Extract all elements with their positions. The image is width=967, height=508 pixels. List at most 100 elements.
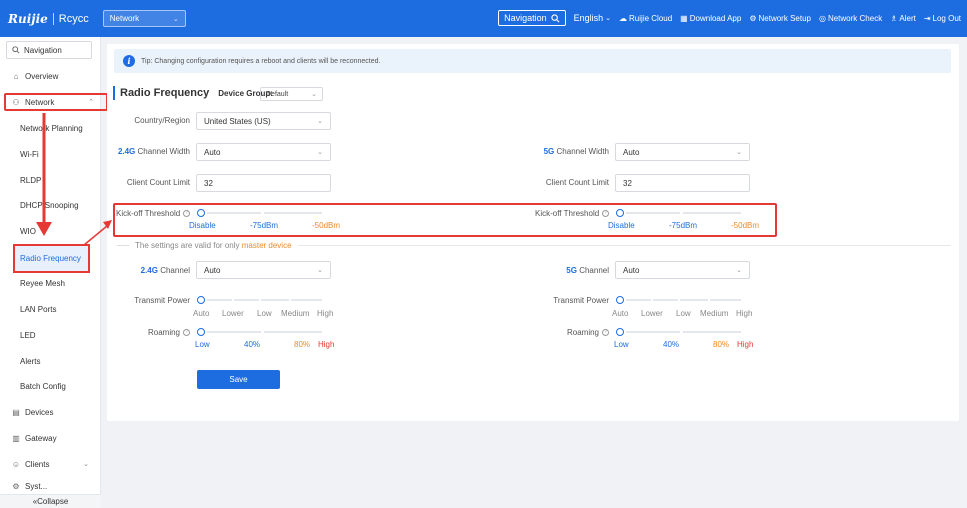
devices-icon: ▤ — [12, 407, 20, 417]
chevron-down-icon: ⌄ — [317, 149, 323, 156]
sidebar-item-rldp[interactable]: RLDP — [0, 171, 101, 189]
kickoff-24-marks: Disable -75dBm -50dBm — [189, 221, 349, 231]
channel-width-5-select[interactable]: Auto ⌄ — [615, 143, 750, 161]
download-app-link[interactable]: ▦ Download App — [680, 14, 741, 23]
help-icon: ? — [602, 329, 609, 337]
navigation-search-button[interactable]: Navigation — [498, 10, 566, 26]
home-icon: ⌂ — [13, 71, 19, 81]
network-check-link[interactable]: ◎ Network Check — [819, 14, 882, 23]
language-label: English — [573, 13, 604, 23]
sidebar-item-radio-frequency[interactable]: Radio Frequency — [13, 244, 90, 273]
logout-link[interactable]: ⇥ Log Out — [924, 14, 961, 23]
ruijie-cloud-link[interactable]: ☁ Ruijie Cloud — [619, 14, 672, 23]
kickoff-5-slider[interactable] — [616, 209, 746, 217]
language-select[interactable]: English ⌄ — [574, 13, 611, 23]
chevron-down-icon: ⌄ — [317, 118, 323, 125]
kickoff-24-slider[interactable] — [197, 209, 327, 217]
sidebar-item-label: Overview — [25, 71, 59, 81]
save-button[interactable]: Save — [197, 370, 280, 389]
band-5-label: 5G — [566, 266, 577, 275]
mark-disable: Disable — [608, 221, 635, 230]
help-icon: ? — [602, 210, 610, 218]
channel-5-label: 5G Channel — [530, 266, 609, 275]
channel-width-24-select[interactable]: Auto ⌄ — [196, 143, 331, 161]
sidebar-item-label: RLDP — [20, 175, 42, 185]
sidebar-item-label: Syst... — [25, 482, 48, 491]
channel-5-select[interactable]: Auto ⌄ — [615, 261, 750, 279]
client-limit-24-input[interactable]: 32 — [196, 174, 331, 192]
slider-track — [207, 212, 261, 214]
slider-handle[interactable] — [616, 209, 624, 217]
channel-24-label: 2.4G Channel — [110, 266, 190, 275]
country-select[interactable]: United States (US) ⌄ — [196, 112, 331, 130]
chevron-down-icon: ⌄ — [736, 149, 742, 156]
sidebar-item-network-planning[interactable]: Network Planning — [0, 119, 101, 137]
slider-track — [710, 299, 741, 301]
sidebar-item-overview[interactable]: ⌂ Overview — [0, 67, 101, 85]
sidebar-item-reyee-mesh[interactable]: Reyee Mesh — [0, 274, 101, 292]
sidebar-item-batch-config[interactable]: Batch Config — [0, 377, 101, 395]
roaming-24-slider[interactable] — [197, 328, 327, 336]
sidebar-item-network[interactable]: ⚇ Network ⌃ — [4, 93, 108, 111]
chevron-down-icon: ⌄ — [605, 15, 612, 22]
channel-width-text: Channel Width — [137, 147, 190, 156]
sidebar-item-label: Devices — [25, 407, 54, 417]
divider — [297, 245, 951, 246]
network-select[interactable]: Network ⌄ — [102, 10, 186, 27]
ruijie-cloud-label: Ruijie Cloud — [629, 13, 673, 23]
channel-width-5-value: Auto — [623, 147, 640, 157]
channel-text: Channel — [160, 266, 190, 275]
slider-handle[interactable] — [616, 296, 624, 304]
sidebar-search[interactable]: Navigation — [6, 41, 92, 59]
network-setup-link[interactable]: ⚙ Network Setup — [749, 14, 811, 23]
device-group-select[interactable]: Default ⌄ — [260, 87, 323, 101]
chevron-down-icon: ⌄ — [83, 461, 89, 468]
collapse-button[interactable]: «Collapse — [0, 494, 101, 508]
notice-text: The settings are valid for only — [135, 241, 240, 250]
tx-power-24-slider[interactable] — [197, 296, 327, 304]
mark-medium: Medium — [281, 309, 310, 318]
sidebar-item-led[interactable]: LED — [0, 326, 101, 344]
device-group-value: Default — [266, 90, 289, 98]
logout-label: Log Out — [932, 13, 961, 23]
sidebar-item-dhcp-snooping[interactable]: DHCP Snooping — [0, 196, 101, 214]
channel-24-select[interactable]: Auto ⌄ — [196, 261, 331, 279]
mark-high: High — [318, 340, 335, 349]
sidebar-item-label: LED — [20, 330, 36, 340]
network-check-label: Network Check — [827, 13, 883, 23]
network-setup-label: Network Setup — [758, 13, 811, 23]
client-limit-5-input[interactable]: 32 — [615, 174, 750, 192]
sidebar-item-lan-ports[interactable]: LAN Ports — [0, 300, 101, 318]
qr-code-icon: ▦ — [680, 13, 688, 23]
mark-75dbm: -75dBm — [250, 221, 279, 230]
sidebar-item-clients[interactable]: ☺ Clients ⌄ — [0, 455, 101, 473]
alert-link[interactable]: ♗ Alert — [890, 14, 916, 23]
roaming-24-label: Roaming? — [110, 328, 190, 337]
sidebar-item-system[interactable]: ⚙ Syst... — [0, 481, 101, 491]
sidebar-item-label: Network — [25, 97, 55, 107]
roaming-5-slider[interactable] — [616, 328, 746, 336]
mark-low: Low — [257, 309, 272, 318]
brand-logo: Ruijie — [8, 11, 48, 26]
sidebar-item-label: Network Planning — [20, 123, 83, 133]
roaming-5-marks: Low 40% 80% High — [614, 340, 764, 350]
slider-handle[interactable] — [197, 328, 205, 336]
mark-low: Low — [676, 309, 691, 318]
mark-disable: Disable — [189, 221, 216, 230]
mark-high: High — [737, 340, 754, 349]
sidebar-item-wio[interactable]: WIO — [0, 222, 101, 240]
slider-handle[interactable] — [197, 296, 205, 304]
mark-40: 40% — [663, 340, 680, 349]
sidebar-item-gateway[interactable]: ▥ Gateway — [0, 429, 101, 447]
sidebar-item-alerts[interactable]: Alerts — [0, 352, 101, 370]
tx-power-5-slider[interactable] — [616, 296, 746, 304]
slider-handle[interactable] — [197, 209, 205, 217]
sidebar-item-wifi[interactable]: Wi-Fi — [0, 145, 101, 163]
roaming-24-marks: Low 40% 80% High — [195, 340, 345, 350]
mark-low: Low — [614, 340, 629, 349]
page-title: Radio Frequency — [120, 87, 210, 99]
mark-40: 40% — [244, 340, 261, 349]
sidebar-item-devices[interactable]: ▤ Devices — [0, 403, 101, 421]
slider-handle[interactable] — [616, 328, 624, 336]
gateway-icon: ▥ — [12, 433, 20, 443]
